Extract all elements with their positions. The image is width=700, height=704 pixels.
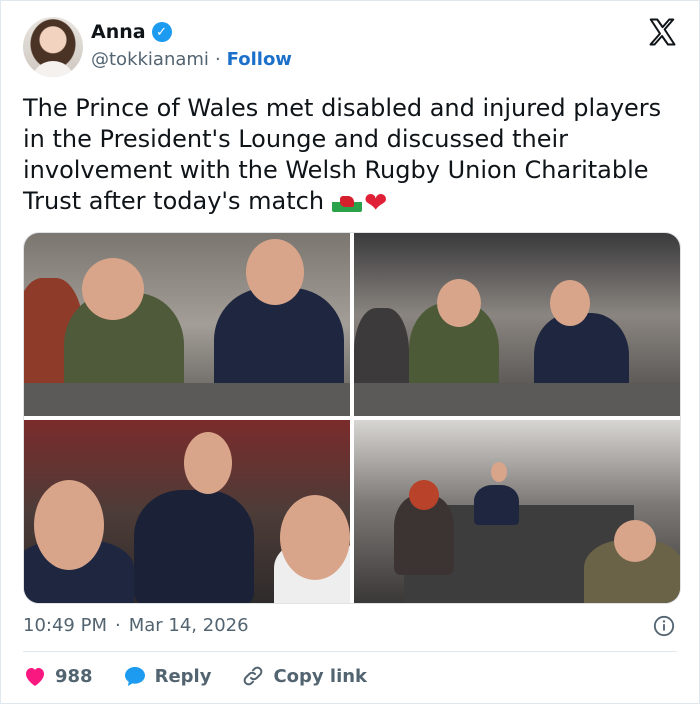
footer-divider xyxy=(23,651,677,652)
author-handle[interactable]: @tokkianami xyxy=(91,49,209,70)
like-button[interactable]: 988 xyxy=(23,665,93,687)
media-grid[interactable] xyxy=(23,232,681,604)
author-avatar[interactable] xyxy=(23,17,83,77)
wales-flag-emoji xyxy=(332,192,363,212)
avatar-shoulders xyxy=(31,61,75,77)
tweet-time: 10:49 PM xyxy=(23,615,107,636)
photo-head xyxy=(437,279,481,327)
photo-head xyxy=(280,495,350,580)
photo-person xyxy=(134,490,254,603)
photo-head xyxy=(491,462,507,482)
photo-4[interactable] xyxy=(354,420,680,603)
photo-3[interactable] xyxy=(24,420,350,603)
tweet-card: Anna ✓ @tokkianami · Follow The Prince o… xyxy=(0,0,700,704)
action-bar: 988 Reply Copy link xyxy=(23,664,397,688)
x-logo-icon[interactable] xyxy=(647,17,677,47)
heart-icon xyxy=(26,668,44,686)
author-name[interactable]: Anna xyxy=(91,21,146,43)
reply-bubble-icon xyxy=(124,667,145,686)
author-handle-row: @tokkianami · Follow xyxy=(91,49,292,70)
verified-badge-icon: ✓ xyxy=(151,22,172,42)
photo-2[interactable] xyxy=(354,233,680,416)
photo-person xyxy=(474,485,519,525)
follow-button[interactable]: Follow xyxy=(227,49,292,70)
photo-table xyxy=(354,383,680,416)
photo-table xyxy=(24,383,350,416)
photo-head xyxy=(34,480,104,570)
copy-link-button[interactable]: Copy link xyxy=(241,664,367,688)
link-icon xyxy=(244,666,263,686)
photo-head xyxy=(184,432,232,494)
timestamp-separator: · xyxy=(114,615,121,636)
tweet-date: Mar 14, 2026 xyxy=(128,615,249,636)
tweet-text-block: The Prince of Wales met disabled and inj… xyxy=(23,93,683,218)
like-count: 988 xyxy=(55,665,93,687)
red-heart-emoji: ❤ xyxy=(364,186,388,219)
reply-label: Reply xyxy=(154,665,212,687)
photo-head xyxy=(614,520,656,562)
photo-1[interactable] xyxy=(24,233,350,416)
photo-head xyxy=(246,239,304,305)
photo-head xyxy=(550,280,590,326)
tweet-header: Anna ✓ @tokkianami · Follow xyxy=(23,17,677,79)
photo-head xyxy=(82,258,144,320)
info-icon[interactable] xyxy=(653,615,675,637)
tweet-timestamp[interactable]: 10:49 PM · Mar 14, 2026 xyxy=(23,615,249,636)
copy-link-label: Copy link xyxy=(273,665,368,687)
handle-separator: · xyxy=(214,49,221,70)
author-name-row: Anna ✓ xyxy=(91,21,172,43)
reply-button[interactable]: Reply xyxy=(123,665,212,687)
photo-head xyxy=(409,480,439,510)
